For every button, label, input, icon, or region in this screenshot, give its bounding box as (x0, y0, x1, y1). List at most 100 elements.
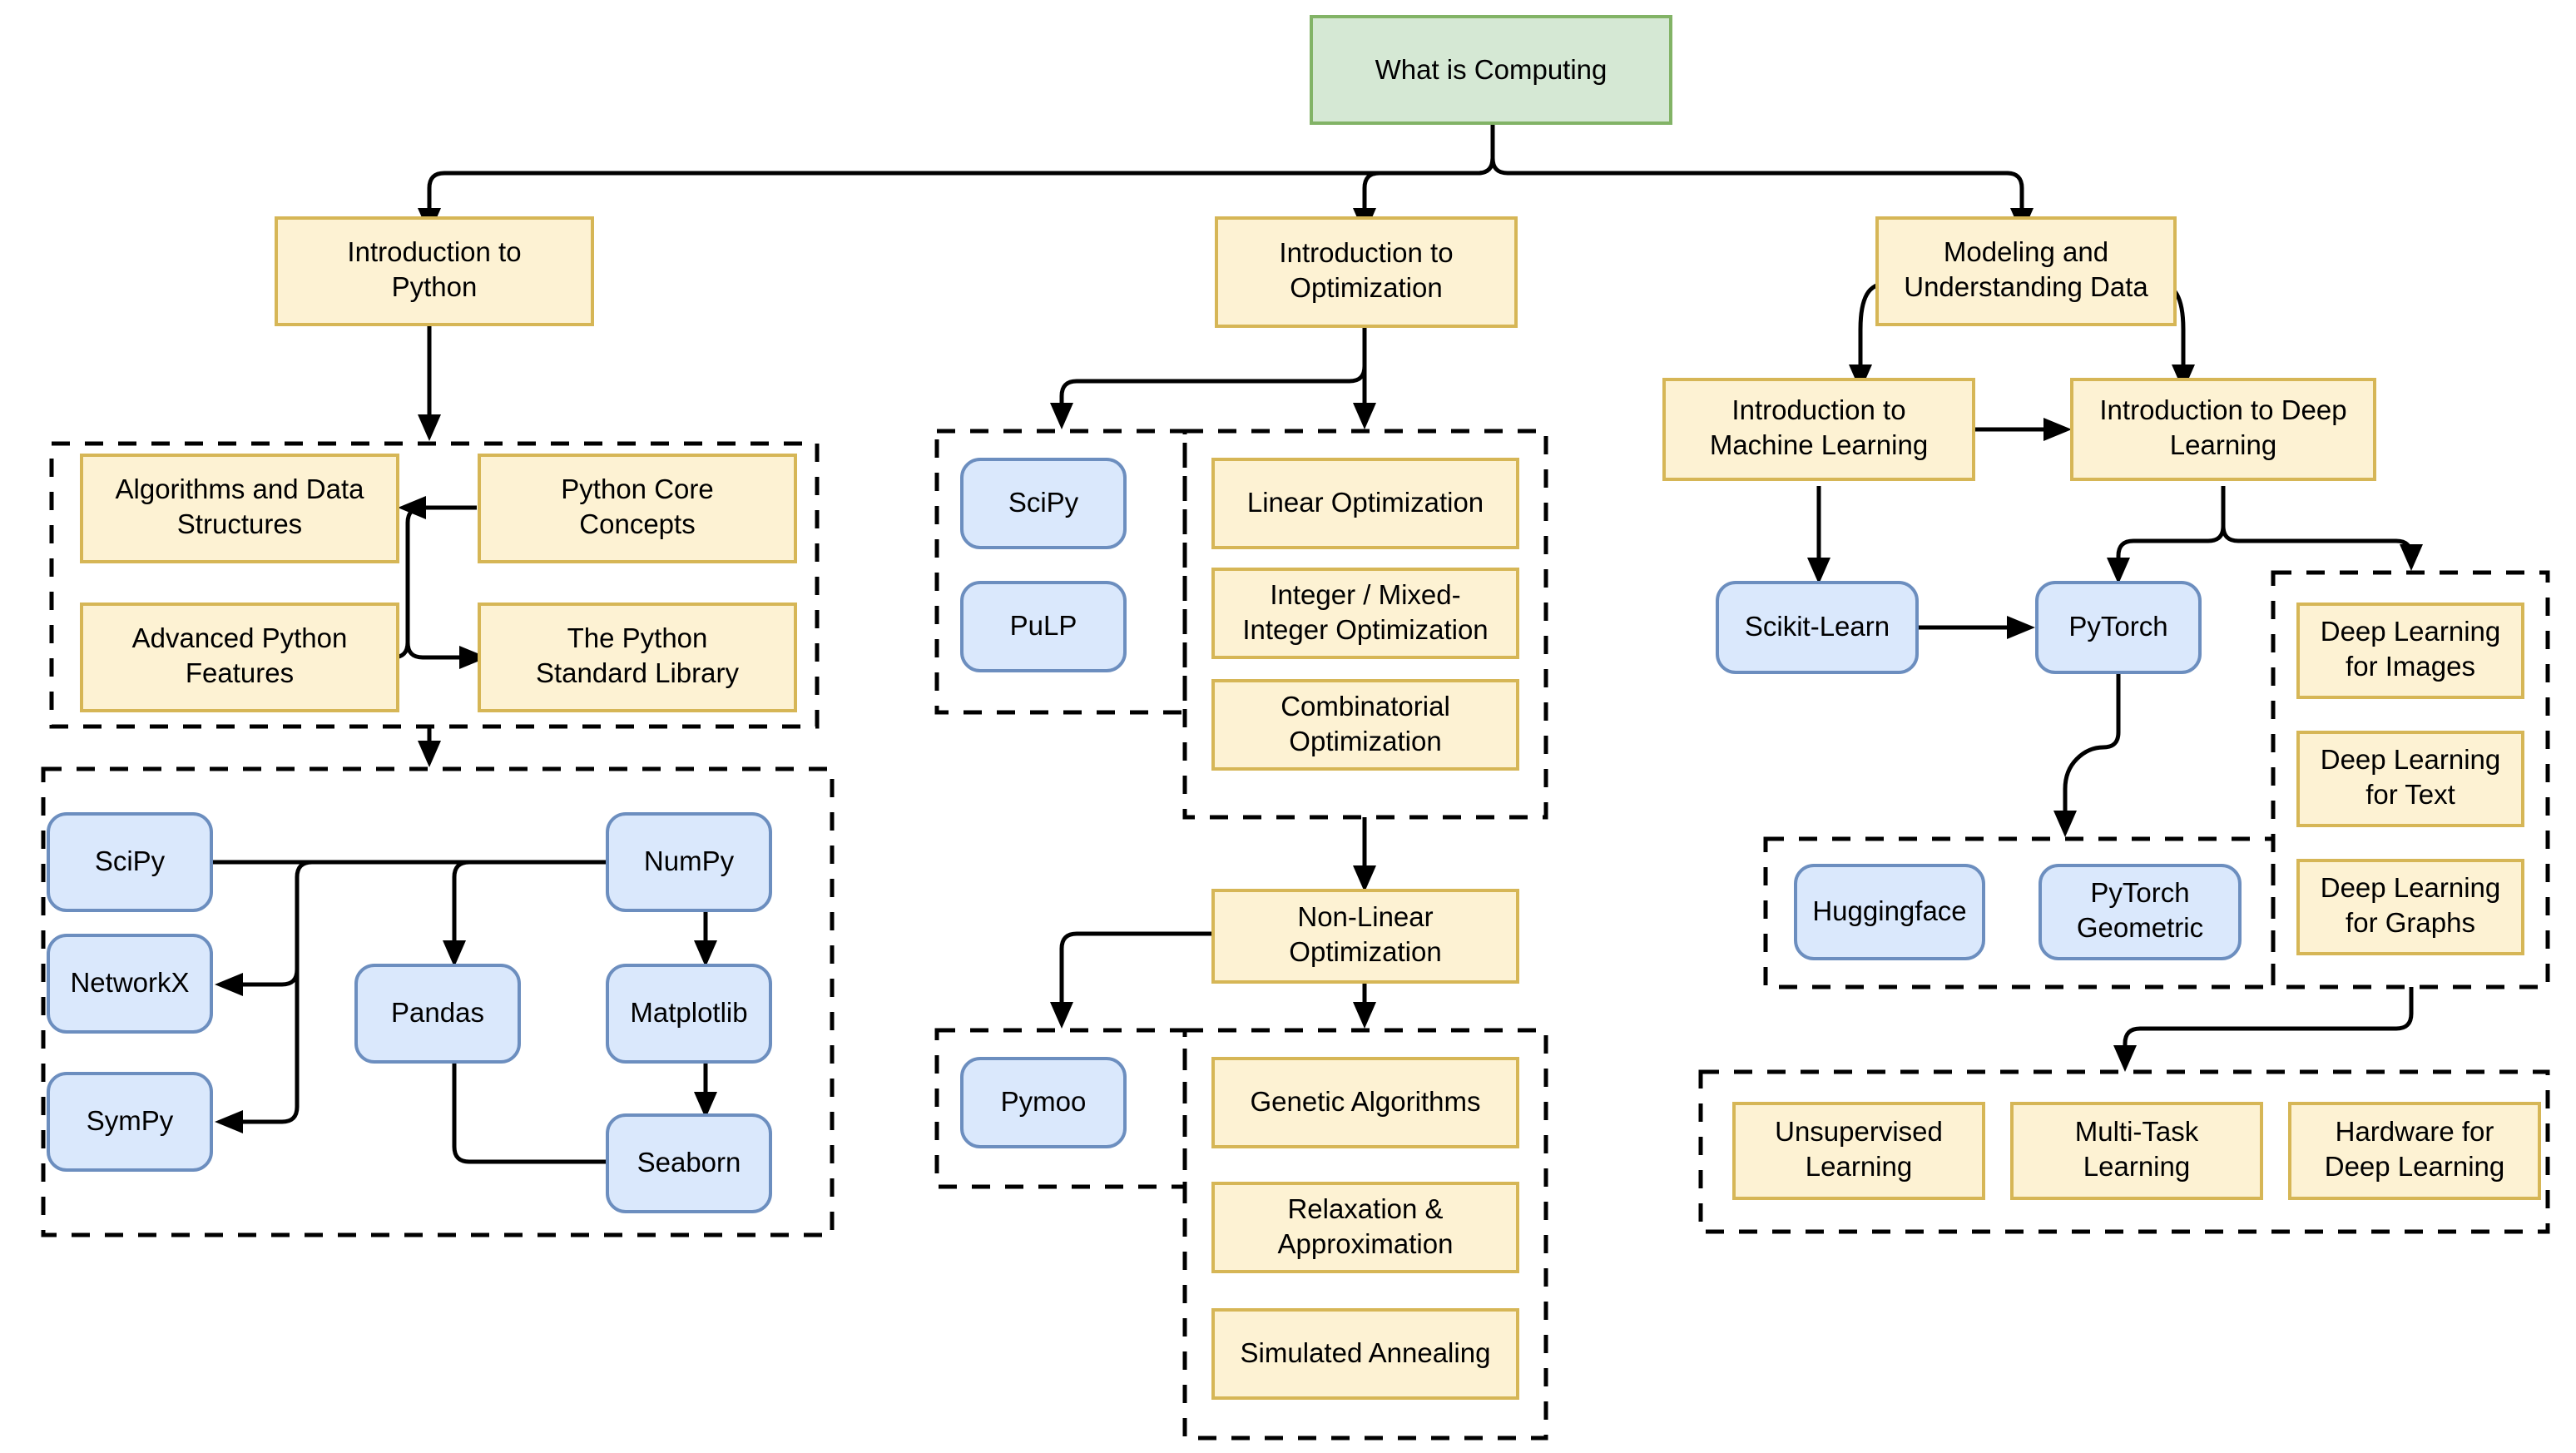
node-integer-optimization[interactable]: Integer / Mixed-Integer Optimization (1211, 568, 1519, 659)
node-pulp-rect[interactable] (960, 581, 1127, 672)
node-pytorch[interactable]: PyTorch (2035, 581, 2202, 674)
node-algorithms-data-structures-rect[interactable] (80, 454, 399, 563)
node-simulated-annealing-rect[interactable] (1211, 1308, 1519, 1400)
node-scipy-python[interactable]: SciPy (47, 812, 213, 912)
node-linear-optimization[interactable]: Linear Optimization (1211, 458, 1519, 549)
arrowhead-numpy-networkx (215, 973, 243, 996)
node-pandas[interactable]: Pandas (354, 964, 521, 1064)
node-intro-machine-learning-rect[interactable] (1662, 378, 1975, 481)
node-intro-python[interactable]: Introduction to Python (275, 216, 594, 326)
arrowhead-numpy-sympy (215, 1110, 243, 1133)
node-unsupervised-learning[interactable]: Unsupervised Learning (1732, 1102, 1985, 1200)
node-python-core-concepts[interactable]: Python Core Concepts (478, 454, 797, 563)
edge-numpy-to-pandas (452, 860, 606, 940)
node-python-standard-library-rect[interactable] (478, 603, 797, 712)
node-pulp[interactable]: PuLP (960, 581, 1127, 672)
node-numpy-rect[interactable] (606, 812, 772, 912)
edge-optimization-to-libs (1059, 326, 1367, 404)
node-matplotlib-rect[interactable] (606, 964, 772, 1064)
node-deep-learning-graphs-rect[interactable] (2296, 859, 2524, 955)
node-scipy-python-rect[interactable] (47, 812, 213, 912)
node-combinatorial-optimization[interactable]: Combinatorial Optimization (1211, 679, 1519, 771)
node-intro-optimization[interactable]: Introduction to Optimization (1215, 216, 1518, 328)
node-pymoo[interactable]: Pymoo (960, 1057, 1127, 1148)
node-python-standard-library[interactable]: The Python Standard Library (478, 603, 797, 712)
node-deep-learning-images-rect[interactable] (2296, 603, 2524, 699)
node-intro-deep-learning[interactable]: Introduction to Deep Learning (2070, 378, 2376, 481)
node-advanced-python-features[interactable]: Advanced Python Features (80, 603, 399, 712)
node-root-rect[interactable] (1310, 15, 1672, 125)
node-hardware-deep-learning-rect[interactable] (2288, 1102, 2541, 1200)
arrowhead-dl-topics-advanced (2113, 1045, 2137, 1072)
node-networkx[interactable]: NetworkX (47, 934, 213, 1034)
arrowhead-pytorch-dl-libs (2053, 811, 2077, 837)
node-algorithms-data-structures[interactable]: Algorithms and Data Structures (80, 454, 399, 563)
node-multitask-learning[interactable]: Multi-Task Learning (2010, 1102, 2263, 1200)
node-nonlinear-optimization[interactable]: Non-Linear Optimization (1211, 889, 1519, 984)
node-matplotlib[interactable]: Matplotlib (606, 964, 772, 1064)
node-pymoo-rect[interactable] (960, 1057, 1127, 1148)
arrowhead-ml-scikit (1807, 558, 1830, 584)
arrowhead-numpy-matplotlib (694, 940, 717, 967)
node-deep-learning-text-rect[interactable] (2296, 731, 2524, 827)
node-simulated-annealing[interactable]: Simulated Annealing (1211, 1308, 1519, 1400)
edge-root-to-modeling-data (1490, 123, 2024, 211)
node-sympy[interactable]: SymPy (47, 1072, 213, 1172)
node-networkx-rect[interactable] (47, 934, 213, 1034)
arrowhead-dl-dl-topics (2400, 544, 2423, 571)
node-combinatorial-optimization-rect[interactable] (1211, 679, 1519, 771)
arrowhead-intro-python-concepts (418, 414, 441, 441)
node-python-core-concepts-rect[interactable] (478, 454, 797, 563)
node-nonlinear-optimization-rect[interactable] (1211, 889, 1519, 984)
node-root[interactable]: What is Computing (1310, 15, 1672, 125)
node-deep-learning-graphs[interactable]: Deep Learning for Graphs (2296, 859, 2524, 955)
arrowhead-scikit-pytorch (2007, 616, 2035, 639)
node-intro-optimization-rect[interactable] (1215, 216, 1518, 328)
node-intro-python-rect[interactable] (275, 216, 594, 326)
flowchart-svg: What is Computing Introduction to Python … (41, 15, 2550, 1441)
edge-dl-topics-to-advanced (2123, 987, 2414, 1047)
node-pytorch-geometric[interactable]: PyTorch Geometric (2039, 864, 2242, 960)
node-scipy-optimization[interactable]: SciPy (960, 458, 1127, 549)
edge-root-to-intro-optimization (1362, 123, 1495, 211)
node-deep-learning-images[interactable]: Deep Learning for Images (2296, 603, 2524, 699)
node-huggingface-rect[interactable] (1794, 864, 1985, 960)
node-unsupervised-learning-rect[interactable] (1732, 1102, 1985, 1200)
arrowhead-nonlinear-libs (1050, 1002, 1073, 1029)
edge-pandas-to-seaborn (452, 1059, 609, 1164)
edge-dl-to-dl-topics (2221, 486, 2414, 557)
arrowhead-ml-dl (2043, 418, 2072, 441)
node-relaxation-approximation-rect[interactable] (1211, 1182, 1519, 1273)
node-sympy-rect[interactable] (47, 1072, 213, 1172)
node-scikit-learn[interactable]: Scikit-Learn (1716, 581, 1919, 674)
node-multitask-learning-rect[interactable] (2010, 1102, 2263, 1200)
edge-core-concepts-to-stdlib (405, 523, 464, 660)
node-integer-optimization-rect[interactable] (1211, 568, 1519, 659)
node-linear-optimization-rect[interactable] (1211, 458, 1519, 549)
node-pytorch-geometric-rect[interactable] (2039, 864, 2242, 960)
node-modeling-data-rect[interactable] (1875, 216, 2177, 326)
edge-numpy-to-sympy (243, 877, 300, 1124)
node-hardware-deep-learning[interactable]: Hardware for Deep Learning (2288, 1102, 2541, 1200)
node-intro-deep-learning-rect[interactable] (2070, 378, 2376, 481)
node-relaxation-approximation[interactable]: Relaxation & Approximation (1211, 1182, 1519, 1273)
flowchart-canvas: What is Computing Introduction to Python … (0, 0, 2576, 1453)
node-deep-learning-text[interactable]: Deep Learning for Text (2296, 731, 2524, 827)
node-numpy[interactable]: NumPy (606, 812, 772, 912)
arrowhead-concepts-libraries (418, 741, 441, 767)
node-pytorch-rect[interactable] (2035, 581, 2202, 674)
node-scipy-optimization-rect[interactable] (960, 458, 1127, 549)
node-intro-machine-learning[interactable]: Introduction to Machine Learning (1662, 378, 1975, 481)
node-scikit-learn-rect[interactable] (1716, 581, 1919, 674)
edge-dl-to-pytorch (2116, 486, 2226, 559)
node-genetic-algorithms-rect[interactable] (1211, 1057, 1519, 1148)
node-advanced-python-features-rect[interactable] (80, 603, 399, 712)
node-huggingface[interactable]: Huggingface (1794, 864, 1985, 960)
arrowhead-topics-nonlinear (1353, 865, 1376, 892)
node-modeling-data[interactable]: Modeling and Understanding Data (1875, 216, 2177, 326)
node-pandas-rect[interactable] (354, 964, 521, 1064)
node-seaborn[interactable]: Seaborn (606, 1113, 772, 1213)
node-seaborn-rect[interactable] (606, 1113, 772, 1213)
node-genetic-algorithms[interactable]: Genetic Algorithms (1211, 1057, 1519, 1148)
arrowhead-optimization-libs (1050, 403, 1073, 429)
